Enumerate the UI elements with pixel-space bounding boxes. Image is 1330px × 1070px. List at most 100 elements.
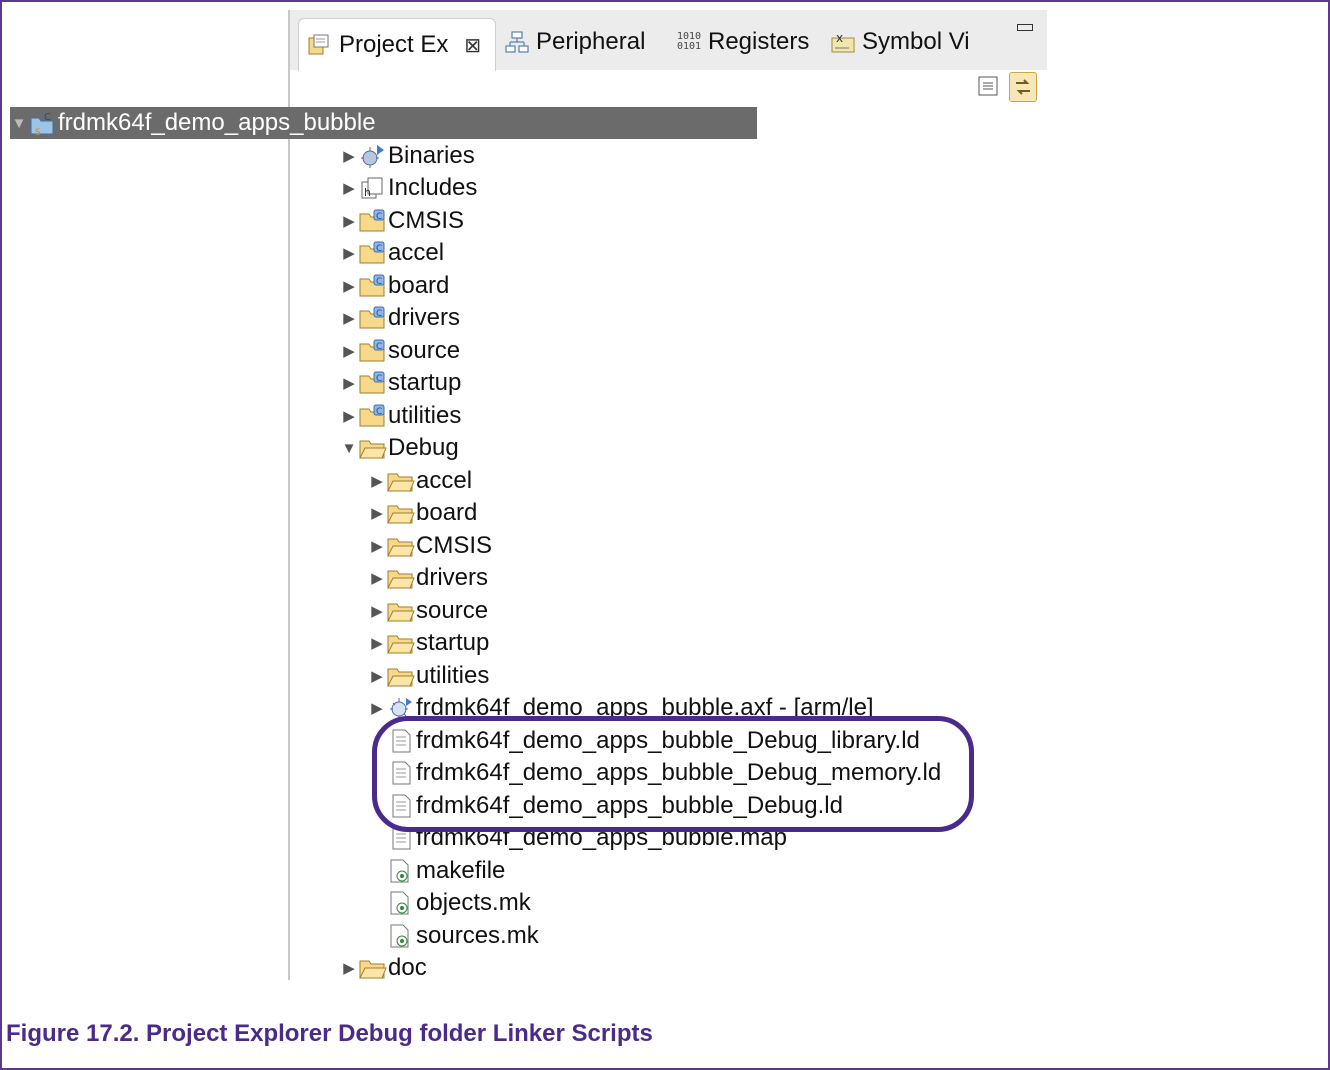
tree-item-label: utilities <box>416 661 490 689</box>
svg-text:C: C <box>376 407 382 417</box>
registers-icon: 1010 0101 <box>676 31 702 52</box>
collapsed-arrow-icon[interactable]: ▶ <box>368 634 386 652</box>
collapsed-arrow-icon[interactable]: ▶ <box>340 309 358 327</box>
source-folder-icon: C <box>358 239 388 267</box>
tree-item-makefile[interactable]: makefile <box>368 855 505 887</box>
makefile-icon <box>386 857 416 885</box>
collapsed-arrow-icon[interactable]: ▶ <box>368 602 386 620</box>
tab-label: Registers <box>708 28 810 55</box>
source-folder-icon: C <box>358 272 388 300</box>
tab-registers[interactable]: 1010 0101 Registers <box>676 22 809 62</box>
collapsed-arrow-icon[interactable]: ▶ <box>368 537 386 555</box>
source-folder-icon: C <box>358 369 388 397</box>
tab-label: Project Ex <box>339 31 449 58</box>
folder-open-icon <box>358 434 388 462</box>
tree-item-label: source <box>416 596 489 624</box>
link-with-editor-icon[interactable] <box>1009 72 1037 102</box>
makefile-icon <box>386 922 416 950</box>
tab-label: Peripheral <box>536 28 646 55</box>
collapsed-arrow-icon[interactable]: ▶ <box>340 147 358 165</box>
tree-item-label: startup <box>388 369 462 396</box>
tab-project-explorer[interactable]: Project Ex ⊠ <box>298 18 496 71</box>
source-folder-icon: C <box>358 337 388 365</box>
makefile-icon <box>386 889 416 917</box>
tree-item[interactable]: ▶ Cutilities <box>340 400 461 432</box>
tree-item-label: frdmk64f_demo_apps_bubble <box>58 109 376 136</box>
collapsed-arrow-icon[interactable]: ▶ <box>340 277 358 295</box>
svg-text:C: C <box>376 309 382 319</box>
folder-icon <box>386 499 416 527</box>
tree-item[interactable]: ▶ board <box>368 497 477 529</box>
svg-text:S: S <box>35 128 41 136</box>
tree-item-label: Includes <box>388 174 478 201</box>
folder-icon <box>386 564 416 592</box>
tab-label: Symbol Vi <box>862 28 970 55</box>
tree-item[interactable]: ▶ C CMSIS <box>340 205 464 237</box>
collapsed-arrow-icon[interactable]: ▶ <box>340 959 358 977</box>
tree-item[interactable]: ▶ drivers <box>368 562 488 594</box>
collapsed-arrow-icon[interactable]: ▶ <box>368 472 386 490</box>
folder-icon <box>386 629 416 657</box>
tree-item-label: doc <box>388 954 427 981</box>
figure-caption: Figure 17.2. Project Explorer Debug fold… <box>6 1020 653 1047</box>
tree-item[interactable]: ▶ Csource <box>340 335 460 367</box>
tab-peripheral[interactable]: Peripheral <box>504 22 645 62</box>
svg-text:h: h <box>364 186 371 199</box>
tree-item[interactable]: ▶ CMSIS <box>368 530 492 562</box>
collapse-all-icon[interactable] <box>975 72 1001 100</box>
collapsed-arrow-icon[interactable]: ▶ <box>340 212 358 230</box>
expanded-arrow-icon[interactable]: ▼ <box>340 440 358 457</box>
tree-item-label: board <box>388 271 450 299</box>
tree-item[interactable]: ▶ startup <box>368 627 489 659</box>
tree-item-makefile[interactable]: sources.mk <box>368 920 539 952</box>
tree-item[interactable]: ▶ utilities <box>368 660 489 692</box>
collapsed-arrow-icon[interactable]: ▶ <box>368 504 386 522</box>
tree-item-label: accel <box>416 466 473 494</box>
tree-item[interactable]: ▶ Binaries <box>340 140 475 172</box>
svg-text:C: C <box>44 112 51 123</box>
close-icon[interactable]: ⊠ <box>464 33 481 58</box>
view-tab-bar: Project Ex ⊠ Peripheral 1010 0101 Registe… <box>290 10 1047 71</box>
tree-item-label: objects.mk <box>416 889 531 916</box>
tree-item-label: drivers <box>388 304 461 331</box>
tree-item-doc[interactable]: ▶ doc <box>340 952 427 984</box>
collapsed-arrow-icon[interactable]: ▶ <box>340 407 358 425</box>
collapsed-arrow-icon[interactable]: ▶ <box>340 179 358 197</box>
svg-text:C: C <box>376 244 382 254</box>
tree-item-label: drivers <box>416 564 489 591</box>
tree-item[interactable]: ▶ accel <box>368 465 472 497</box>
collapsed-arrow-icon[interactable]: ▶ <box>368 699 386 717</box>
minimize-icon[interactable] <box>1017 24 1033 31</box>
tree-item-label: source <box>388 336 461 364</box>
tab-symbol-viewer[interactable]: x Symbol Vi <box>830 22 970 62</box>
svg-text:x: x <box>836 31 843 45</box>
tree-item-label: utilities <box>388 401 462 429</box>
tree-item-makefile[interactable]: objects.mk <box>368 887 531 919</box>
tree-item-label: Debug <box>388 434 459 461</box>
collapsed-arrow-icon[interactable]: ▶ <box>368 569 386 587</box>
collapsed-arrow-icon[interactable]: ▶ <box>368 667 386 685</box>
tree-item[interactable]: ▶ Cboard <box>340 270 449 302</box>
tree-item-label: Binaries <box>388 141 475 169</box>
tree-item[interactable]: ▶ Cstartup <box>340 367 461 399</box>
collapsed-arrow-icon[interactable]: ▶ <box>340 342 358 360</box>
tree-item[interactable]: ▶ Caccel <box>340 237 444 269</box>
tree-item[interactable]: ▶ h Includes <box>340 172 477 204</box>
tree-item-label: board <box>416 499 478 526</box>
tree-item-label: sources.mk <box>416 921 539 949</box>
folder-icon <box>386 467 416 495</box>
tree-item[interactable]: ▶ source <box>368 595 488 627</box>
tree-item-root[interactable]: ▼ C Sfrdmk64f_demo_apps_bubble <box>10 107 757 139</box>
collapsed-arrow-icon[interactable]: ▶ <box>340 244 358 262</box>
collapsed-arrow-icon[interactable]: ▶ <box>340 374 358 392</box>
tree-item-debug[interactable]: ▼ Debug <box>340 432 459 464</box>
project-explorer-icon <box>307 32 333 58</box>
svg-text:C: C <box>376 277 382 287</box>
folder-icon <box>386 532 416 560</box>
tree-item[interactable]: ▶ Cdrivers <box>340 302 460 334</box>
expanded-arrow-icon[interactable]: ▼ <box>10 115 28 132</box>
includes-icon: h <box>358 174 388 202</box>
svg-text:C: C <box>376 212 382 222</box>
svg-text:C: C <box>376 374 382 384</box>
symbol-viewer-icon: x <box>830 29 856 55</box>
